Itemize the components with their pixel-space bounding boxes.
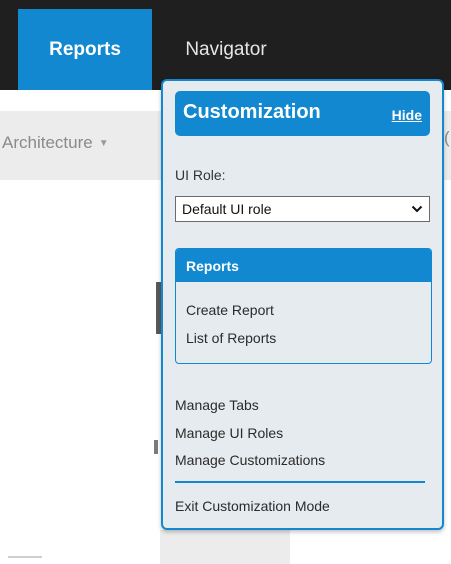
customization-popup: Customization Hide UI Role: Default UI r… bbox=[161, 79, 444, 530]
manage-customizations-link[interactable]: Manage Customizations bbox=[175, 452, 325, 468]
architecture-menu-label: Architecture bbox=[2, 133, 93, 152]
tab-navigator-label: Navigator bbox=[185, 38, 267, 60]
reports-section-title: Reports bbox=[176, 249, 431, 282]
architecture-menu[interactable]: Architecture ▼ bbox=[2, 133, 109, 153]
app-window: Reports Navigator Architecture ▼ ( Custom… bbox=[0, 0, 451, 564]
reports-section: Reports Create Report List of Reports bbox=[175, 248, 432, 364]
tab-reports-label: Reports bbox=[49, 38, 121, 60]
customization-title: Customization bbox=[183, 101, 321, 123]
customization-header: Customization Hide bbox=[175, 91, 430, 136]
background-panel bbox=[160, 530, 290, 564]
ui-role-value: Default UI role bbox=[182, 201, 272, 217]
ui-role-label: UI Role: bbox=[175, 167, 226, 183]
menu-divider bbox=[175, 481, 425, 483]
hide-link[interactable]: Hide bbox=[392, 107, 422, 123]
tab-reports[interactable]: Reports bbox=[18, 9, 152, 90]
create-report-link[interactable]: Create Report bbox=[186, 302, 274, 318]
manage-tabs-link[interactable]: Manage Tabs bbox=[175, 397, 259, 413]
background-page-fragment bbox=[154, 440, 158, 454]
ui-role-select[interactable]: Default UI role bbox=[175, 196, 430, 222]
caret-down-icon: ▼ bbox=[98, 138, 109, 149]
exit-customization-mode-link[interactable]: Exit Customization Mode bbox=[175, 498, 330, 514]
chevron-down-icon bbox=[411, 205, 423, 213]
manage-ui-roles-link[interactable]: Manage UI Roles bbox=[175, 425, 283, 441]
tab-navigator[interactable]: Navigator bbox=[160, 9, 292, 90]
secondary-bar-cut-off-item: ( bbox=[444, 128, 450, 147]
background-page-fragment bbox=[8, 556, 42, 564]
top-navigation-bar: Reports Navigator bbox=[0, 0, 451, 90]
list-of-reports-link[interactable]: List of Reports bbox=[186, 330, 276, 346]
